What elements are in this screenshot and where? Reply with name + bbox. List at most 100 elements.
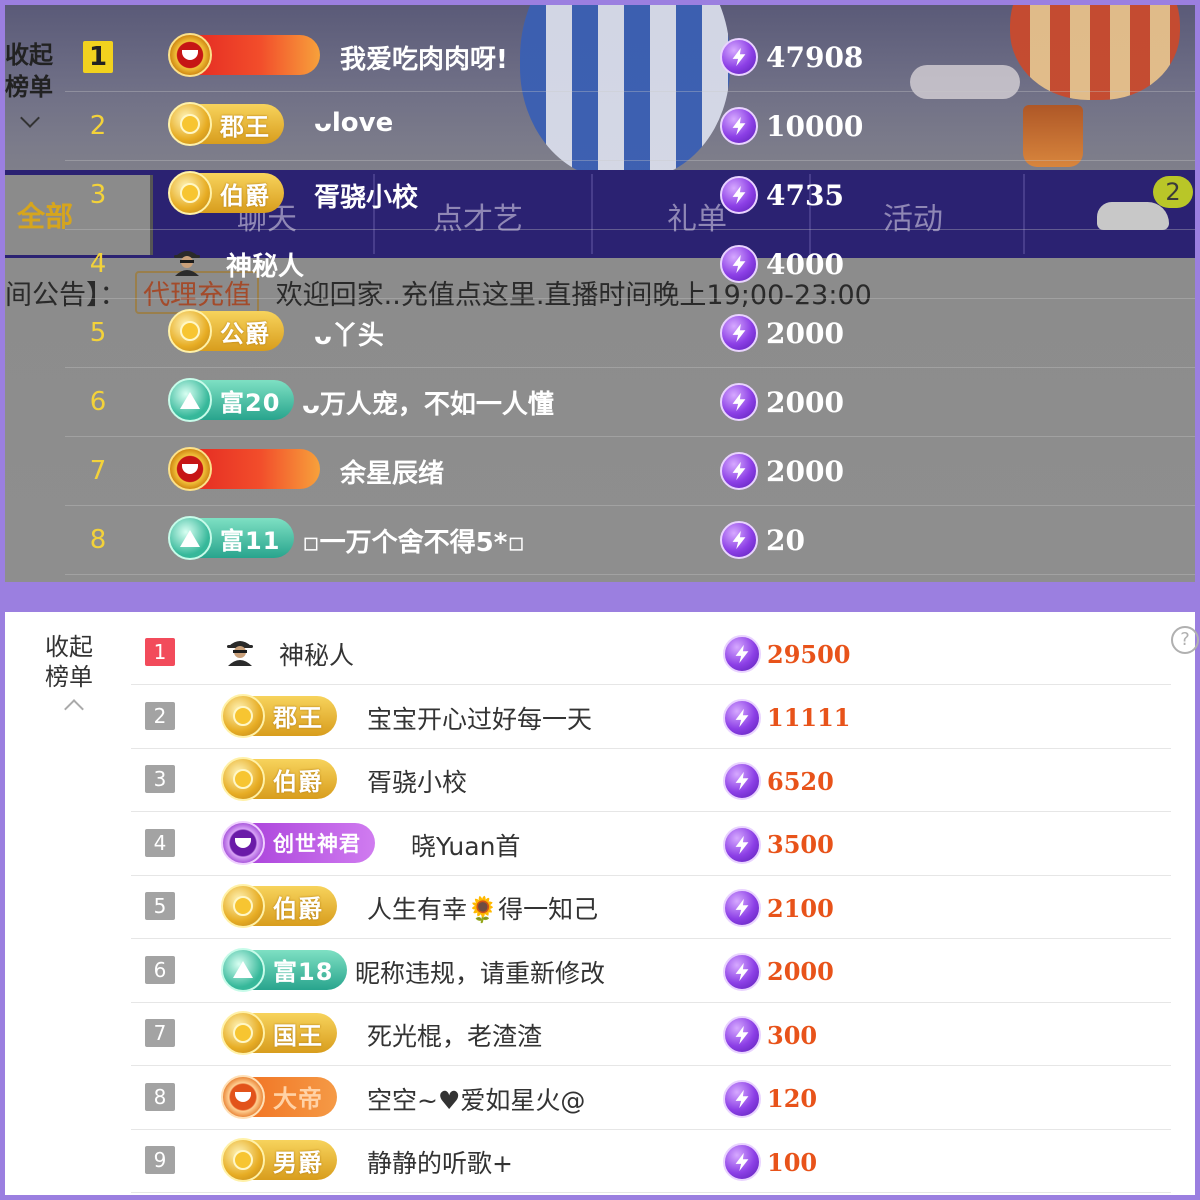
score-cell: 100 — [723, 1142, 817, 1182]
user-name[interactable]: 昵称违规，请重新修改 — [355, 954, 605, 990]
badge-label: 伯爵 — [273, 767, 323, 796]
user-name[interactable]: 人生有幸🌻得一知己 — [367, 890, 598, 926]
badge-slot: 国王 — [221, 1011, 337, 1055]
lightning-coin-icon — [723, 1079, 761, 1118]
rank-number: 2 — [145, 701, 175, 730]
rank-number: 8 — [145, 1082, 175, 1111]
user-name[interactable]: 静静的听歌+ — [367, 1144, 513, 1180]
score-value: 2000 — [766, 316, 844, 350]
badge-slot: 富20 — [168, 378, 295, 422]
user-name[interactable]: 神秘人 — [226, 246, 304, 283]
ranking-row[interactable]: 9 男爵 静静的听歌+ 100 — [131, 1130, 1171, 1193]
user-name[interactable]: 胥骁小校 — [367, 763, 467, 799]
badge-emblem-icon — [233, 1023, 253, 1043]
badge-emblem-icon — [235, 1091, 251, 1102]
badge-slot: 富18 — [221, 947, 348, 992]
score-value: 2000 — [766, 385, 844, 419]
badge-slot: 大帝 — [221, 1074, 337, 1119]
ranking-row[interactable]: 1 我爱吃肉肉呀! 47908 — [65, 23, 1195, 92]
ranking-row[interactable]: 2 郡王 宝宝开心过好每一天 11111 — [131, 686, 1171, 749]
badge-slot: 郡王 — [168, 102, 284, 146]
user-name[interactable]: 死光棍，老渣渣 — [367, 1017, 542, 1053]
user-name[interactable]: 神秘人 — [279, 636, 354, 672]
user-name[interactable]: 余星辰绪 — [340, 453, 444, 490]
score-cell: 6520 — [723, 761, 834, 801]
ranking-row[interactable]: 3 伯爵 胥骁小校 4735 — [65, 161, 1195, 230]
badge-emblem-icon — [233, 961, 253, 978]
user-name[interactable]: 晓Yuan首 — [411, 827, 520, 863]
ranking-row[interactable]: 1 神秘人 29500 — [131, 622, 1171, 685]
badge-slot: 男爵 — [221, 1138, 337, 1182]
user-name[interactable]: ᴗlove — [314, 108, 393, 138]
ranking-row[interactable]: 8 大帝 空空~♥爱如星火@ 120 — [131, 1067, 1171, 1130]
badge-slot — [170, 242, 204, 276]
ranking-row[interactable]: 2 郡王 ᴗlove 10000 — [65, 92, 1195, 161]
score-value: 2000 — [767, 957, 834, 986]
lightning-coin-icon — [723, 1016, 761, 1054]
user-name[interactable]: 胥骁小校 — [314, 177, 418, 214]
score-cell: 2000 — [720, 313, 844, 353]
badge-label: 公爵 — [220, 319, 270, 348]
badge-slot — [223, 632, 257, 666]
rank-number: 8 — [89, 525, 107, 555]
rank-number: 1 — [83, 41, 113, 73]
ranking-row[interactable]: 7 国王 死光棍，老渣渣 300 — [131, 1003, 1171, 1066]
ranking-row[interactable]: 5 公爵 ᴗ丫头 2000 — [65, 299, 1195, 368]
ranking-row[interactable]: 5 伯爵 人生有幸🌻得一知己 2100 — [131, 876, 1171, 939]
lightning-coin-icon — [720, 245, 758, 283]
score-value: 120 — [767, 1084, 818, 1113]
badge-slot: 富11 — [168, 516, 295, 560]
rank-number: 5 — [145, 892, 175, 920]
ranking-row[interactable]: 6 富18 昵称违规，请重新修改 2000 — [131, 940, 1171, 1003]
score-value: 4000 — [766, 247, 844, 281]
user-name[interactable]: 宝宝开心过好每一天 — [367, 700, 592, 736]
user-name[interactable]: ᴗ万人宠，不如一人懂 — [302, 384, 554, 421]
score-value: 300 — [767, 1020, 818, 1050]
collapse-label-line1: 收起 — [5, 41, 53, 69]
lightning-coin-icon — [723, 698, 761, 737]
score-cell: 3500 — [723, 825, 834, 865]
score-cell: 20 — [720, 520, 805, 560]
score-value: 100 — [767, 1147, 818, 1177]
collapse-ranking-button[interactable]: 收起 榜单 — [45, 632, 109, 719]
score-value: 11111 — [767, 703, 851, 732]
score-value: 2000 — [766, 454, 844, 488]
question-icon[interactable]: ? — [1171, 626, 1199, 654]
rank-number: 3 — [145, 765, 175, 793]
level-badge-gold: 伯爵 — [221, 757, 337, 801]
lightning-coin-icon — [720, 176, 758, 214]
badge-slot: 郡王 — [221, 693, 337, 738]
badge-orb-icon — [168, 309, 212, 353]
badge-label: 伯爵 — [220, 181, 270, 210]
level-badge-gold: 男爵 — [221, 1138, 337, 1182]
lightning-coin-icon — [720, 107, 758, 145]
level-badge-orange: 大帝 — [221, 1074, 337, 1119]
level-badge-gold: 伯爵 — [168, 171, 284, 215]
ranking-row[interactable]: 4 神秘人 4000 — [65, 230, 1195, 299]
collapse-ranking-button[interactable]: 收起 榜单 — [5, 39, 63, 128]
badge-label: 富18 — [273, 958, 334, 986]
badge-label: 伯爵 — [273, 894, 323, 923]
score-cell: 11111 — [723, 698, 851, 738]
score-value: 29500 — [767, 639, 851, 669]
level-badge-teal: 富18 — [221, 947, 348, 992]
badge-orb-icon — [168, 516, 212, 560]
level-badge-gold: 国王 — [221, 1011, 337, 1055]
score-cell: 2000 — [720, 382, 844, 422]
user-name[interactable]: 空空~♥爱如星火@ — [367, 1081, 585, 1117]
badge-emblem-icon — [180, 183, 200, 203]
ranking-row[interactable]: 7 余星辰绪 2000 — [65, 437, 1195, 506]
user-name[interactable]: ▫一万个舍不得5*▫ — [302, 522, 525, 559]
ranking-row[interactable]: 4 创世神君 晓Yuan首 3500 — [131, 813, 1171, 876]
ranking-row[interactable]: 8 富11 ▫一万个舍不得5*▫ 20 — [65, 506, 1195, 575]
ranking-row[interactable]: 3 伯爵 胥骁小校 6520 — [131, 749, 1171, 812]
badge-orb-icon — [168, 378, 212, 422]
rank-number: 9 — [145, 1146, 175, 1174]
ranking-row[interactable]: 6 富20 ᴗ万人宠，不如一人懂 2000 — [65, 368, 1195, 437]
user-name[interactable]: ᴗ丫头 — [314, 315, 384, 352]
level-badge-gold: 公爵 — [168, 309, 284, 353]
score-cell: 2100 — [723, 888, 834, 928]
user-name[interactable]: 我爱吃肉肉呀! — [340, 39, 508, 76]
badge-label: 郡王 — [220, 112, 270, 141]
rank-number: 5 — [89, 318, 107, 348]
